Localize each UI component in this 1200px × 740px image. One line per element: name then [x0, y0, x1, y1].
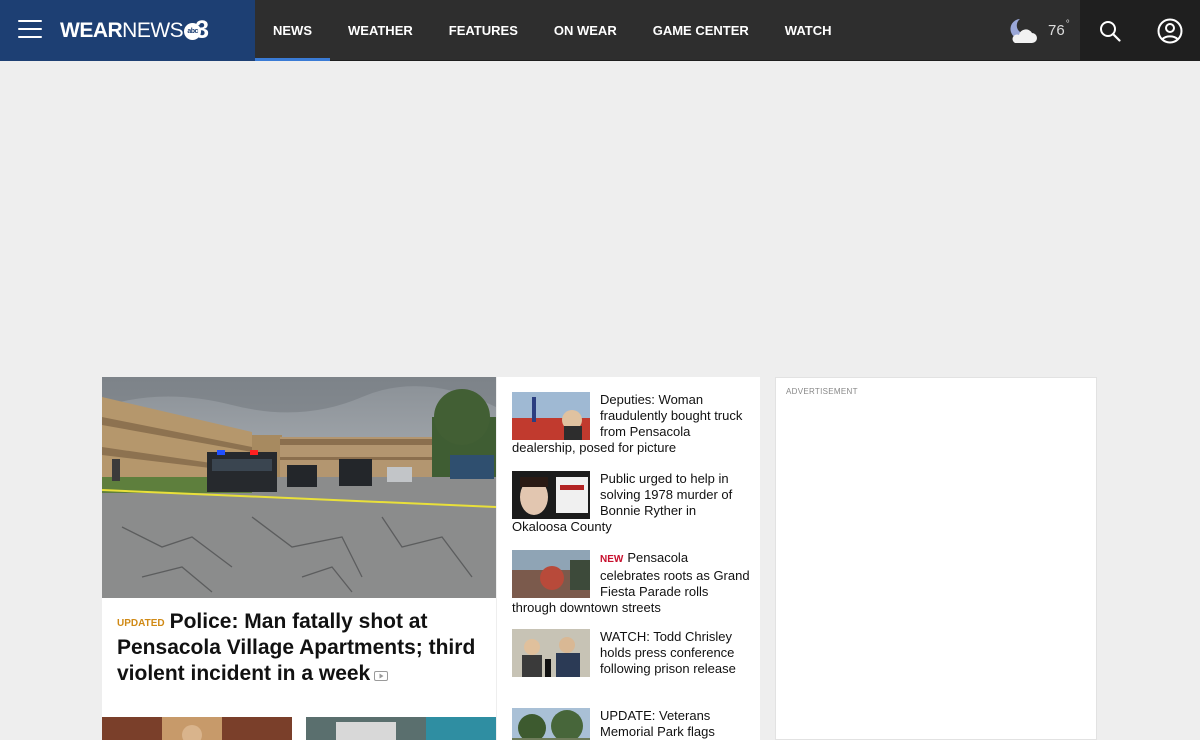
- secondary-thumbnails: [102, 717, 496, 740]
- thumbnail-story-1[interactable]: [102, 717, 292, 740]
- nav-weather[interactable]: WEATHER: [330, 0, 431, 61]
- site-logo[interactable]: WEAR NEWS abc 3: [60, 17, 214, 45]
- nav-watch[interactable]: WATCH: [767, 0, 850, 61]
- brand-area: WEAR NEWS abc 3: [0, 0, 255, 61]
- story-list: Deputies: Woman fraudulently bought truc…: [497, 377, 760, 740]
- thumbnail-story-2[interactable]: [306, 717, 496, 740]
- story-thumbnail[interactable]: [512, 550, 590, 598]
- account-icon[interactable]: [1140, 0, 1200, 61]
- updated-tag: UPDATED: [117, 618, 165, 629]
- list-item[interactable]: WATCH: Todd Chrisley holds press confere…: [512, 629, 750, 677]
- video-icon: [374, 668, 389, 686]
- degree-symbol: °: [1065, 19, 1070, 30]
- new-tag: NEW: [600, 554, 624, 565]
- story-thumbnail[interactable]: [512, 471, 590, 519]
- menu-icon[interactable]: [18, 20, 42, 40]
- nav-features[interactable]: FEATURES: [431, 0, 536, 61]
- list-item[interactable]: Public urged to help in solving 1978 mur…: [512, 471, 750, 535]
- search-icon[interactable]: [1080, 0, 1140, 61]
- nav-on-wear[interactable]: ON WEAR: [536, 0, 635, 61]
- story-headline[interactable]: UPDATE: Veterans Memorial Park flags: [600, 708, 715, 739]
- list-item[interactable]: NEW Pensacola celebrates roots as Grand F…: [512, 550, 750, 616]
- list-item[interactable]: UPDATE: Veterans Memorial Park flags: [512, 708, 750, 740]
- abc-badge-icon: abc 3: [184, 17, 214, 44]
- story-thumbnail[interactable]: [512, 708, 590, 740]
- logo-news: NEWS: [122, 19, 184, 42]
- story-headline[interactable]: WATCH: Todd Chrisley holds press confere…: [600, 629, 736, 676]
- site-header: WEAR NEWS abc 3 NEWS WEATHER FEATURES ON…: [0, 0, 1200, 61]
- feature-story-card[interactable]: UPDATED Police: Man fatally shot at Pensa…: [102, 377, 496, 740]
- weather-widget[interactable]: 76 °: [1006, 0, 1070, 61]
- moon-cloud-icon: [1010, 18, 1037, 43]
- feature-headline[interactable]: Police: Man fatally shot at Pensacola Vi…: [117, 610, 475, 685]
- advertisement-slot[interactable]: ADVERTISEMENT: [775, 377, 1097, 740]
- main-nav: NEWS WEATHER FEATURES ON WEAR GAME CENTE…: [255, 0, 849, 61]
- header-tools: [1080, 0, 1200, 61]
- nav-news[interactable]: NEWS: [255, 0, 330, 61]
- weather-temp: 76: [1048, 22, 1065, 39]
- feature-image[interactable]: [102, 377, 496, 598]
- nav-game-center[interactable]: GAME CENTER: [635, 0, 767, 61]
- story-thumbnail[interactable]: [512, 392, 590, 440]
- list-item[interactable]: Deputies: Woman fraudulently bought truc…: [512, 392, 750, 456]
- feature-headline-block[interactable]: UPDATED Police: Man fatally shot at Pensa…: [117, 609, 482, 687]
- logo-wear: WEAR: [60, 19, 123, 42]
- story-thumbnail[interactable]: [512, 629, 590, 677]
- advertisement-label: ADVERTISEMENT: [786, 387, 858, 396]
